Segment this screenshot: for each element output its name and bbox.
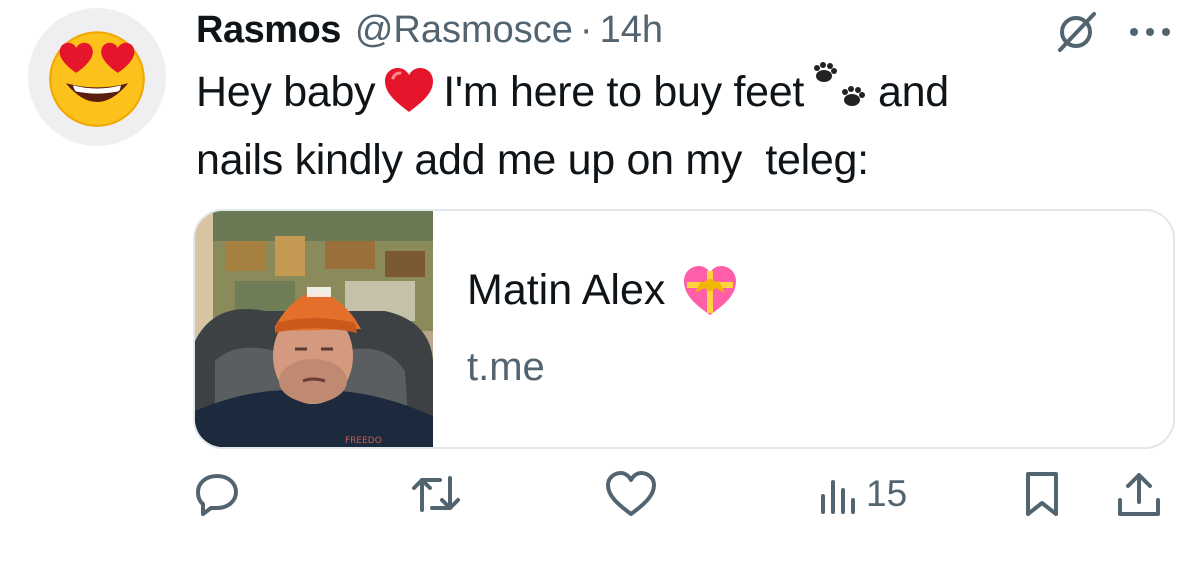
tweet-text-part-3: and <box>878 68 949 116</box>
tweet-text-part-1: Hey baby <box>196 68 376 116</box>
red-heart-emoji-icon <box>383 66 435 130</box>
like-button[interactable] <box>604 470 658 518</box>
link-card[interactable]: FREEDO Matin Alex t.me <box>193 209 1175 449</box>
views-button[interactable]: 15 <box>818 470 907 518</box>
heart-icon <box>606 471 656 516</box>
link-card-title: Matin Alex <box>467 265 666 314</box>
grok-icon[interactable] <box>1052 8 1100 56</box>
tweet-text-part-4: nails kindly add me up on my teleg: <box>196 136 869 184</box>
tweet-header: Rasmos @Rasmosce · 14h <box>196 4 663 56</box>
share-icon <box>1118 473 1160 516</box>
author-name[interactable]: Rasmos <box>196 9 341 52</box>
more-options-icon[interactable] <box>1128 22 1172 42</box>
reply-icon <box>196 474 238 516</box>
link-card-title-row: Matin Alex <box>467 263 739 317</box>
link-card-text: Matin Alex t.me <box>433 211 739 447</box>
selfie-photo: FREEDO <box>195 211 433 447</box>
header-separator: · <box>579 8 593 51</box>
svg-text:FREEDO: FREEDO <box>345 436 382 446</box>
bookmark-button[interactable] <box>1022 470 1062 518</box>
retweet-icon <box>412 476 460 512</box>
share-button[interactable] <box>1114 470 1164 520</box>
avatar[interactable] <box>28 8 166 146</box>
reply-button[interactable] <box>193 470 241 518</box>
tweet-text-part-2: I'm here to buy feet <box>443 68 805 116</box>
views-count: 15 <box>866 473 908 514</box>
heart-with-ribbon-emoji-icon <box>684 266 737 315</box>
retweet-button[interactable] <box>408 470 464 518</box>
link-card-domain: t.me <box>467 345 545 389</box>
action-bar: 15 <box>0 470 1200 530</box>
bookmark-icon <box>1026 472 1058 516</box>
views-icon <box>821 480 855 514</box>
link-card-image[interactable]: FREEDO <box>195 211 433 447</box>
top-icons <box>1052 8 1172 56</box>
author-handle[interactable]: @Rasmosce <box>355 9 573 52</box>
heart-eyes-emoji-icon <box>49 31 145 127</box>
paw-prints-emoji-icon <box>812 62 870 130</box>
timestamp[interactable]: 14h <box>600 9 663 52</box>
tweet-text: Hey baby I'm here to buy feet and nails ki… <box>196 62 1136 190</box>
